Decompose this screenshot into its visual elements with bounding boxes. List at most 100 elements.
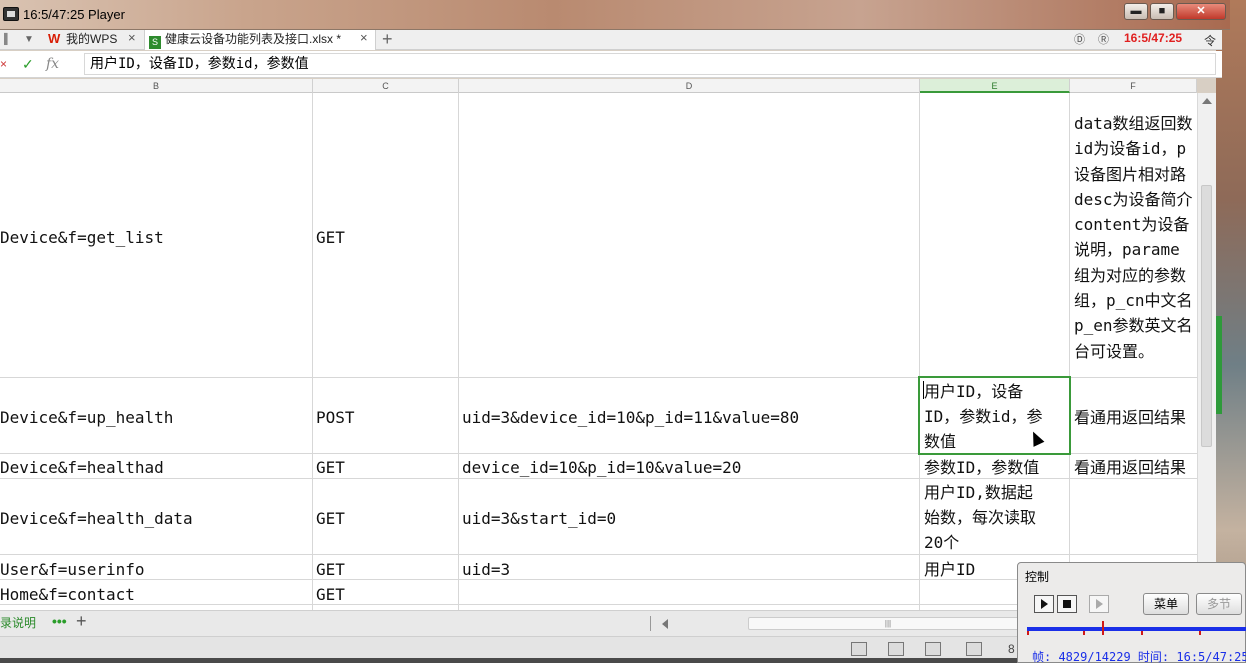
sheet-tab-active[interactable]: 录说明 xyxy=(0,614,36,631)
timeline-marker xyxy=(1141,631,1143,635)
close-tab-icon[interactable]: × xyxy=(360,30,368,45)
chevron-down-icon[interactable]: ▼ xyxy=(24,30,40,50)
cell-text-line: 始数，每次读取 xyxy=(924,508,1037,527)
cell-d-userinfo[interactable]: uid=3 xyxy=(462,557,510,582)
reading-mode-icon[interactable] xyxy=(966,642,982,656)
sidebar-toggle-icon[interactable]: ▌ xyxy=(4,30,20,50)
playhead[interactable] xyxy=(1101,621,1104,635)
grid-line xyxy=(1069,93,1070,610)
minimize-button[interactable]: ▬ xyxy=(1124,3,1148,20)
column-header-b[interactable]: B xyxy=(0,79,313,93)
column-header-d[interactable]: D xyxy=(459,79,920,93)
cell-e-health-data[interactable]: 用户ID,数据起 始数，每次读取 20个 xyxy=(924,480,1036,555)
spreadsheet-file-icon: S xyxy=(149,36,161,49)
timeline-marker xyxy=(1199,631,1201,635)
add-sheet-button[interactable]: + xyxy=(76,611,87,632)
column-header-c[interactable]: C xyxy=(313,79,459,93)
cell-f-healthad[interactable]: 看通用返回结果 xyxy=(1074,455,1186,480)
cell-b-get-list[interactable]: Device&f=get_list xyxy=(0,225,164,250)
close-tab-icon[interactable]: × xyxy=(128,30,136,45)
cell-b-userinfo[interactable]: User&f=userinfo xyxy=(0,557,145,582)
cell-e-userinfo[interactable]: 用户ID xyxy=(924,557,975,582)
vertical-scrollbar[interactable] xyxy=(1197,93,1216,610)
grid-line xyxy=(458,93,459,610)
cell-text-line: 说明，parame xyxy=(1074,240,1180,260)
toolbar-d-icon[interactable]: Ⓓ xyxy=(1074,31,1085,47)
normal-view-icon[interactable] xyxy=(851,642,867,656)
cell-b-up-health[interactable]: Device&f=up_health xyxy=(0,405,173,430)
cell-f-get-list[interactable]: data数组返回数 id为设备id，p 设备图片相对路 desc为设备简介 co… xyxy=(1074,111,1193,364)
horizontal-scroll-thumb[interactable]: ||| xyxy=(748,617,1028,630)
tab-spreadsheet-file[interactable]: S 健康云设备功能列表及接口.xlsx * xyxy=(144,30,376,50)
column-header-row: B C D E F xyxy=(0,79,1197,93)
new-tab-button[interactable]: + xyxy=(382,29,393,50)
cell-c-get-list[interactable]: GET xyxy=(316,225,345,250)
tab-spreadsheet-file-label: 健康云设备功能列表及接口.xlsx * xyxy=(165,32,342,46)
player-app-icon xyxy=(3,7,19,21)
vertical-scroll-thumb[interactable] xyxy=(1201,185,1212,447)
step-forward-icon[interactable] xyxy=(1089,595,1109,613)
cell-c-up-health[interactable]: POST xyxy=(316,405,355,430)
cell-text-line: p_en参数英文名 xyxy=(1074,316,1193,336)
toolbar-r-icon[interactable]: Ⓡ xyxy=(1098,31,1109,47)
play-icon[interactable] xyxy=(1034,595,1054,613)
side-panel-handle[interactable] xyxy=(1216,316,1222,414)
control-panel-title: 控制 xyxy=(1025,570,1050,584)
grid-line xyxy=(919,93,920,610)
toolbar-command-label: 令 xyxy=(1204,34,1217,48)
cell-text-line: desc为设备简介 xyxy=(1074,189,1193,209)
scrollbar-splitter[interactable] xyxy=(650,616,651,631)
cancel-edit-icon[interactable]: × xyxy=(0,57,7,71)
cell-text-line: 用户ID,数据起 xyxy=(924,483,1033,502)
cell-c-contact[interactable]: GET xyxy=(316,582,345,607)
cell-b-healthad[interactable]: Device&f=healthad xyxy=(0,455,164,480)
cell-text-line: 组，p_cn中文名 xyxy=(1074,291,1193,311)
recording-time-overlay: 16:5/47:25 xyxy=(1124,31,1183,45)
player-title-bar: 16:5/47:25 Player ▬ ■ ✕ xyxy=(0,0,1230,30)
cell-text-line: 设备图片相对路 xyxy=(1074,164,1187,184)
scroll-up-icon[interactable] xyxy=(1202,98,1212,104)
close-button[interactable]: ✕ xyxy=(1176,3,1226,20)
grid-line xyxy=(312,93,313,610)
cell-d-health-data[interactable]: uid=3&start_id=0 xyxy=(462,506,616,531)
column-header-e[interactable]: E xyxy=(920,79,1070,93)
stop-icon[interactable] xyxy=(1057,595,1077,613)
cell-c-userinfo[interactable]: GET xyxy=(316,557,345,582)
cell-text-line: content为设备 xyxy=(1074,215,1190,235)
cell-c-healthad[interactable]: GET xyxy=(316,455,345,480)
page-layout-icon[interactable] xyxy=(888,642,904,656)
cell-d-up-health[interactable]: uid=3&device_id=10&p_id=11&value=80 xyxy=(462,405,799,430)
zoom-level: 8 xyxy=(1008,642,1015,656)
menu-button[interactable]: 菜单 xyxy=(1143,593,1189,615)
cell-b-health-data[interactable]: Device&f=health_data xyxy=(0,506,193,531)
insert-function-icon[interactable]: fx xyxy=(46,56,59,72)
timeline-marker xyxy=(1083,631,1085,635)
cell-text-line: 台可设置。 xyxy=(1074,341,1155,361)
cell-text-line: 20个 xyxy=(924,533,960,552)
cell-text-line: id为设备id，p xyxy=(1074,139,1187,159)
page-break-icon[interactable] xyxy=(925,642,941,656)
cell-text-line: 组为对应的参数 xyxy=(1074,265,1187,285)
tab-my-wps-label: 我的WPS xyxy=(66,32,118,46)
player-window-title: 16:5/47:25 Player xyxy=(23,7,125,22)
cell-f-up-health[interactable]: 看通用返回结果 xyxy=(1074,405,1186,430)
cell-e-healthad[interactable]: 参数ID，参数值 xyxy=(924,455,1039,480)
taskbar-edge xyxy=(0,658,1017,663)
cell-d-healthad[interactable]: device_id=10&p_id=10&value=20 xyxy=(462,455,741,480)
more-sheets-icon[interactable]: ••• xyxy=(52,613,67,629)
cell-text-line: data数组返回数 xyxy=(1074,114,1193,133)
playback-timeline[interactable] xyxy=(1027,627,1246,631)
confirm-edit-icon[interactable]: ✓ xyxy=(22,56,34,73)
scroll-left-icon[interactable] xyxy=(662,619,668,629)
chapters-button[interactable]: 多节 xyxy=(1196,593,1242,615)
maximize-button[interactable]: ■ xyxy=(1150,3,1174,20)
text-caret xyxy=(923,381,924,399)
column-header-f[interactable]: F xyxy=(1070,79,1197,93)
formula-input[interactable]: 用户ID，设备ID，参数id，参数值 xyxy=(84,53,1216,75)
document-tab-bar: ▌ ▼ W 我的WPS × S 健康云设备功能列表及接口.xlsx * × xyxy=(0,30,1222,50)
spreadsheet-grid[interactable]: Device&f=get_list GET data数组返回数 id为设备id，… xyxy=(0,93,1197,610)
cell-b-contact[interactable]: Home&f=contact xyxy=(0,582,135,607)
active-cell-selection xyxy=(918,376,1071,455)
timeline-marker xyxy=(1027,631,1029,635)
cell-c-health-data[interactable]: GET xyxy=(316,506,345,531)
